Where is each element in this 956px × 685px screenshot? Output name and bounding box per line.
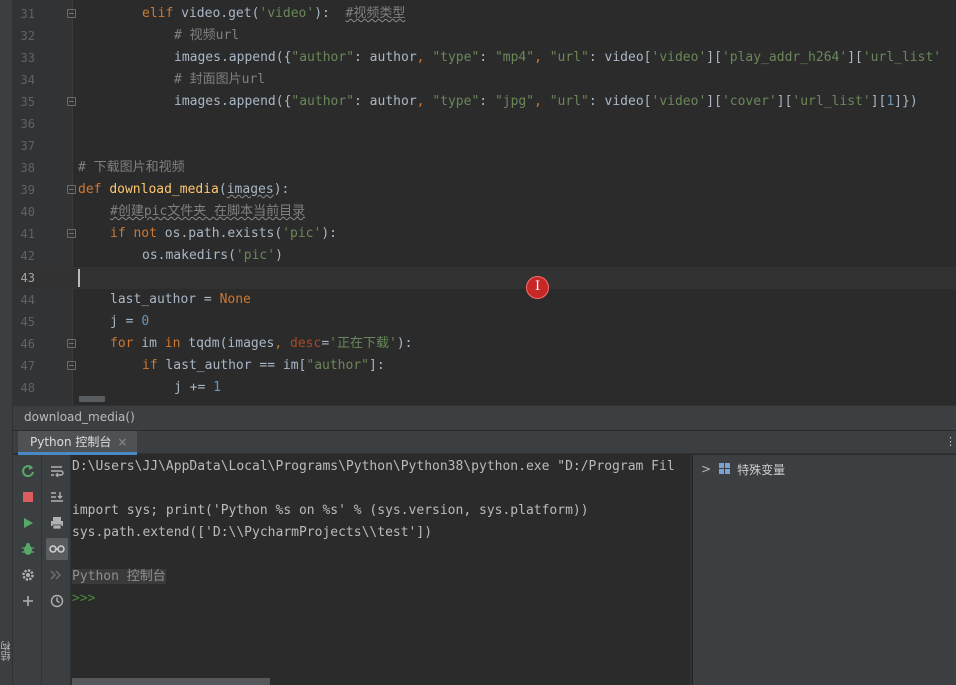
code-line-current[interactable]: 43 xyxy=(0,267,956,289)
line-number: 35 xyxy=(20,95,35,109)
code-editor[interactable]: 31 elif video.get('video'): #视频类型 32 # 视… xyxy=(0,0,956,405)
code-text: if not os.path.exists('pic'): xyxy=(110,226,337,241)
code-line[interactable]: 35 images.append({"author": author, "typ… xyxy=(0,91,956,113)
line-number: 46 xyxy=(20,337,35,351)
mouse-cursor-indicator: I xyxy=(526,276,549,299)
add-icon[interactable] xyxy=(17,590,39,612)
line-number: 42 xyxy=(20,249,35,263)
text-caret xyxy=(78,269,80,287)
code-line[interactable]: 48 j += 1 xyxy=(0,377,956,399)
line-number: 37 xyxy=(20,139,35,153)
line-number: 33 xyxy=(20,51,35,65)
code-text: for im in tqdm(images, desc='正在下载'): xyxy=(110,336,413,351)
line-number: 48 xyxy=(20,381,35,395)
fold-marker-icon[interactable] xyxy=(67,361,76,370)
execute-history-icon[interactable] xyxy=(46,564,68,586)
console-label: Python 控制台 xyxy=(72,569,166,584)
code-text: j = 0 xyxy=(110,314,150,329)
code-line[interactable]: 34 # 封面图片url xyxy=(0,69,956,91)
tab-label: Python 控制台 xyxy=(30,435,112,449)
line-number: 39 xyxy=(20,183,35,197)
special-variables-label: 特殊变量 xyxy=(737,462,786,477)
history-icon[interactable] xyxy=(46,590,68,612)
line-number: 36 xyxy=(20,117,35,131)
left-tool-strip xyxy=(0,0,13,685)
console-line-command: D:\Users\JJ\AppData\Local\Programs\Pytho… xyxy=(72,459,675,474)
show-variables-icon[interactable] xyxy=(46,538,68,560)
code-text: # 视频url xyxy=(174,28,240,43)
code-line[interactable]: 46 for im in tqdm(images, desc='正在下载'): xyxy=(0,333,956,355)
code-text: os.makedirs('pic') xyxy=(142,248,283,263)
line-number: 41 xyxy=(20,227,35,241)
run-icon[interactable] xyxy=(17,512,39,534)
console-tab-bar: Python 控制台 × ⋮ xyxy=(13,430,956,455)
stop-icon[interactable] xyxy=(17,486,39,508)
code-text: # 封面图片url xyxy=(174,72,266,87)
code-line[interactable]: 44 last_author = None xyxy=(0,289,956,311)
code-line[interactable]: 37 xyxy=(0,135,956,157)
code-text: # 下载图片和视频 xyxy=(78,160,185,175)
code-line[interactable]: 42 os.makedirs('pic') xyxy=(0,245,956,267)
code-text: if last_author == im["author"]: xyxy=(142,358,385,373)
console-output[interactable]: D:\Users\JJ\AppData\Local\Programs\Pytho… xyxy=(72,455,689,685)
code-text: elif video.get('video'): #视频类型 xyxy=(142,6,406,21)
code-text: images.append({"author": author, "type":… xyxy=(174,94,918,109)
console-toolbar-primary xyxy=(13,455,42,685)
console-line-path-extend: sys.path.extend(['D:\\PycharmProjects\\t… xyxy=(72,525,433,540)
console-horizontal-scrollbar[interactable] xyxy=(72,678,270,685)
debug-icon[interactable] xyxy=(17,538,39,560)
code-line[interactable]: 33 images.append({"author": author, "typ… xyxy=(0,47,956,69)
line-number: 43 xyxy=(20,271,35,285)
line-number: 32 xyxy=(20,29,35,43)
code-line[interactable]: 36 xyxy=(0,113,956,135)
line-number: 34 xyxy=(20,73,35,87)
console-line-import: import sys; print('Python %s on %s' % (s… xyxy=(72,503,589,518)
code-text: j += 1 xyxy=(174,380,221,395)
line-number: 47 xyxy=(20,359,35,373)
console-toolbar-secondary xyxy=(42,455,71,685)
fold-marker-icon[interactable] xyxy=(67,339,76,348)
code-line[interactable]: 45 j = 0 xyxy=(0,311,956,333)
chevron-right-icon[interactable]: > xyxy=(701,462,711,476)
line-number: 38 xyxy=(20,161,35,175)
structure-tool-tab[interactable]: 结构 xyxy=(0,637,13,661)
rerun-icon[interactable] xyxy=(17,460,39,482)
code-line[interactable]: 39 def download_media(images): xyxy=(0,179,956,201)
fold-marker-icon[interactable] xyxy=(67,97,76,106)
variables-panel: > 特殊变量 xyxy=(693,455,956,685)
code-text: last_author = None xyxy=(110,292,251,307)
code-line[interactable]: 40 #创建pic文件夹 在脚本当前目录 xyxy=(0,201,956,223)
tab-python-console[interactable]: Python 控制台 × xyxy=(18,431,138,455)
code-text: #创建pic文件夹 在脚本当前目录 xyxy=(110,204,306,219)
fold-marker-icon[interactable] xyxy=(67,9,76,18)
print-icon[interactable] xyxy=(46,512,68,534)
line-number: 45 xyxy=(20,315,35,329)
fold-marker-icon[interactable] xyxy=(67,229,76,238)
line-number: 44 xyxy=(20,293,35,307)
settings-icon[interactable] xyxy=(17,564,39,586)
code-line[interactable]: 41 if not os.path.exists('pic'): xyxy=(0,223,956,245)
fold-marker-icon[interactable] xyxy=(67,185,76,194)
scroll-to-end-icon[interactable] xyxy=(46,486,68,508)
breadcrumb-bar: download_media() xyxy=(13,405,956,430)
variables-group-icon xyxy=(719,463,731,475)
code-text: def download_media(images): xyxy=(78,182,290,197)
more-options-icon[interactable]: ⋮ xyxy=(945,435,956,448)
soft-wrap-icon[interactable] xyxy=(46,460,68,482)
console-prompt[interactable]: >>> xyxy=(72,588,95,610)
code-line[interactable]: 47 if last_author == im["author"]: xyxy=(0,355,956,377)
code-line[interactable]: 32 # 视频url xyxy=(0,25,956,47)
code-line[interactable]: 38 # 下载图片和视频 xyxy=(0,157,956,179)
line-number: 40 xyxy=(20,205,35,219)
close-icon[interactable]: × xyxy=(117,435,127,449)
editor-horizontal-scrollbar[interactable] xyxy=(79,396,105,402)
code-text: images.append({"author": author, "type":… xyxy=(174,50,942,65)
code-line[interactable]: 31 elif video.get('video'): #视频类型 xyxy=(0,3,956,25)
line-number: 31 xyxy=(20,7,35,21)
breadcrumb[interactable]: download_media() xyxy=(24,410,135,424)
special-variables-node[interactable]: > 特殊变量 xyxy=(701,459,785,479)
